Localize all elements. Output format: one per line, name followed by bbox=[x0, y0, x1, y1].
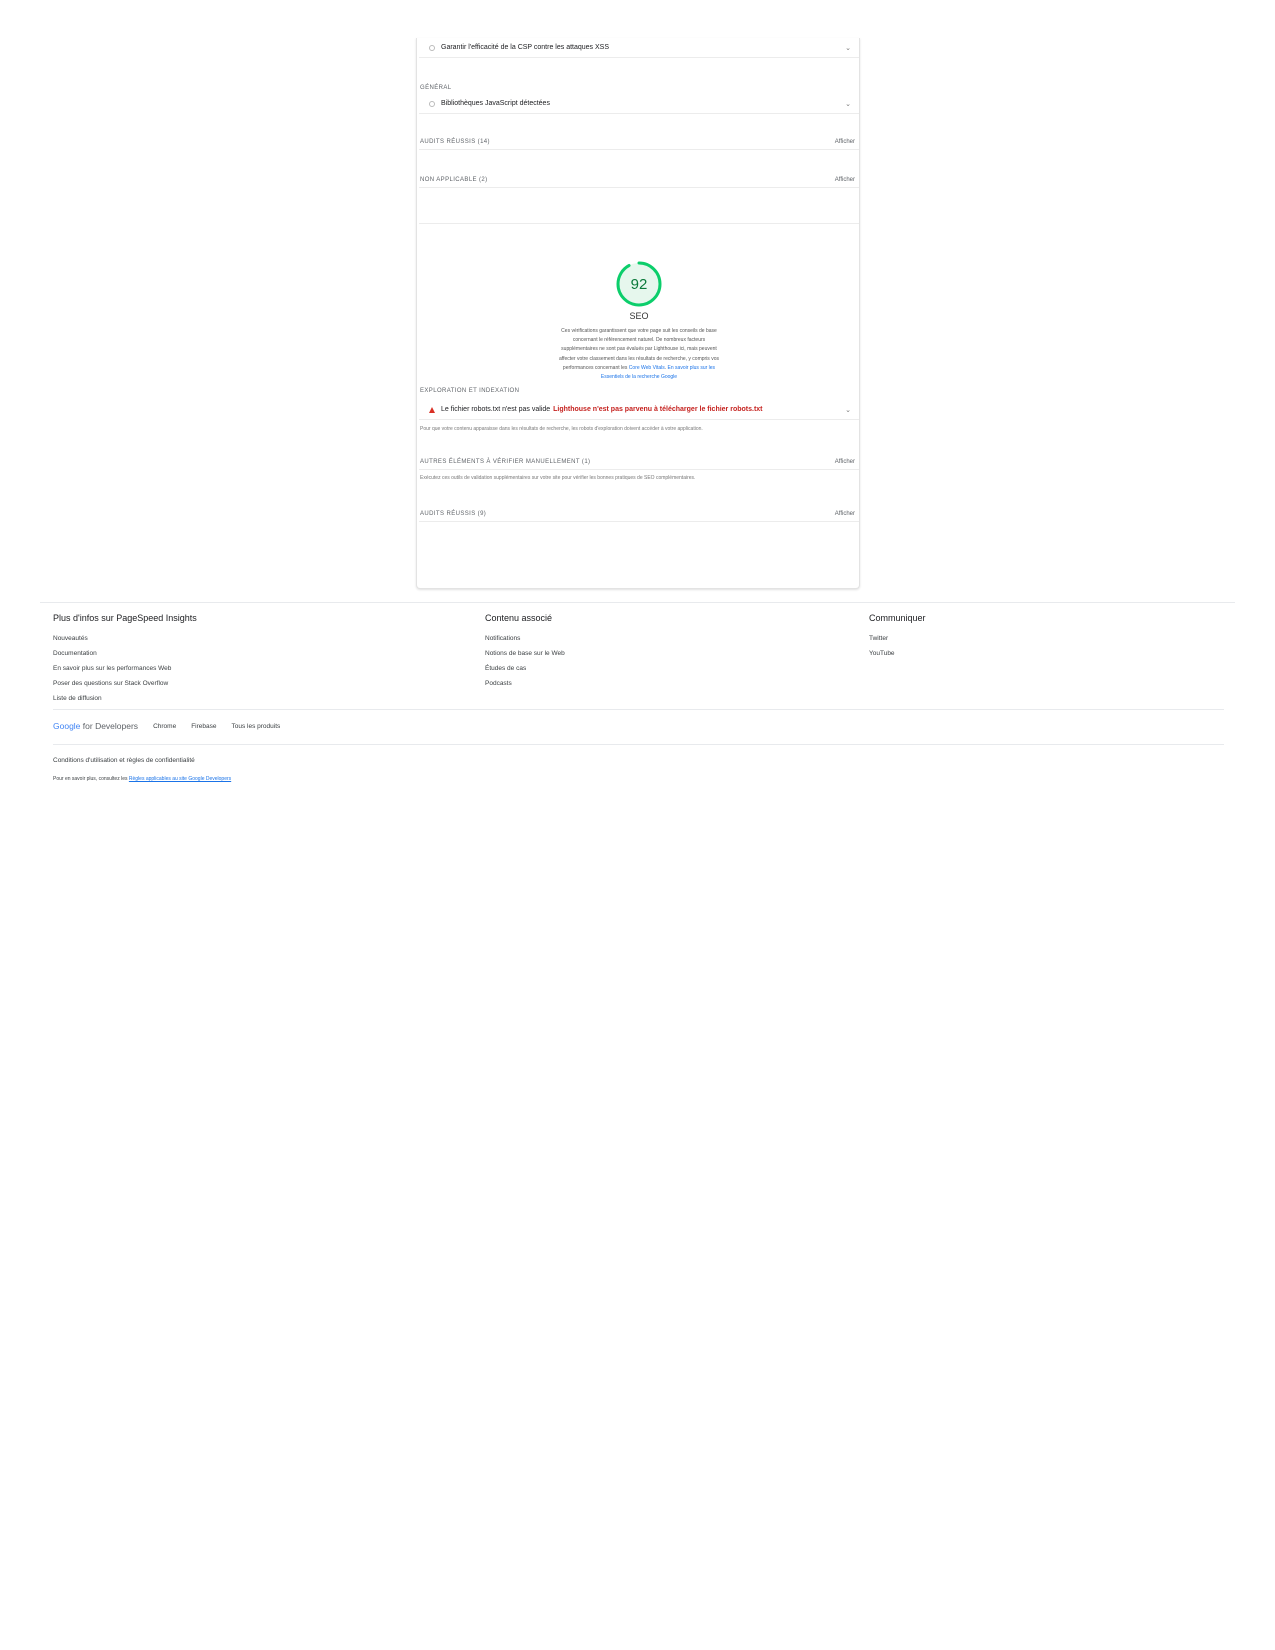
footer-link[interactable]: Liste de diffusion bbox=[53, 691, 197, 706]
core-web-vitals-link[interactable]: Core Web Vitals bbox=[629, 365, 665, 371]
seo-desc-text: performances concernant les bbox=[562, 364, 629, 371]
section-divider bbox=[419, 223, 859, 224]
terms-privacy-link[interactable]: Conditions d'utilisation et règles de co… bbox=[53, 757, 195, 764]
seo-desc-line: Ces vérifications garantissent que votre… bbox=[561, 328, 717, 334]
group-title-general: GÉNÉRAL bbox=[420, 85, 452, 91]
audit-label: Le fichier robots.txt n'est pas valide bbox=[441, 406, 551, 413]
search-essentials-link[interactable]: Essentiels de la recherche Google bbox=[547, 373, 731, 382]
seo-desc-line: affecter votre classement dans les résul… bbox=[559, 355, 719, 362]
audit-label: Garantir l'efficacité de la CSP contre l… bbox=[441, 44, 609, 51]
footer-link[interactable]: Notions de base sur le Web bbox=[485, 646, 565, 661]
show-not-applicable-button[interactable]: Afficher bbox=[835, 177, 855, 183]
footer-column-title: Communiquer bbox=[869, 613, 926, 623]
group-title-not-applicable[interactable]: NON APPLICABLE (2) bbox=[420, 177, 488, 183]
footer-link[interactable]: Nouveautés bbox=[53, 631, 197, 646]
lighthouse-report-card: Garantir l'efficacité de la CSP contre l… bbox=[416, 38, 860, 589]
google-wordmark: Google bbox=[53, 721, 81, 731]
divider bbox=[419, 469, 859, 470]
audit-label: Bibliothèques JavaScript détectées bbox=[441, 100, 550, 107]
footer-link[interactable]: Documentation bbox=[53, 646, 197, 661]
policy-text: Pour en savoir plus, consultez les bbox=[53, 776, 129, 782]
audit-status-icon bbox=[429, 100, 435, 107]
footer-column-pagespeed: Plus d'infos sur PageSpeed Insights Nouv… bbox=[53, 613, 197, 706]
product-link-all[interactable]: Tous les produits bbox=[231, 723, 280, 730]
group-title-crawl-indexing: EXPLORATION ET INDEXATION bbox=[420, 388, 520, 394]
footer-divider bbox=[53, 709, 1224, 710]
product-link-chrome[interactable]: Chrome bbox=[153, 723, 176, 730]
manual-description: Exécutez ces outils de validation supplé… bbox=[420, 475, 696, 481]
audit-status-icon bbox=[429, 44, 435, 51]
footer-link[interactable]: En savoir plus sur les performances Web bbox=[53, 661, 197, 676]
footer-column-title: Contenu associé bbox=[485, 613, 553, 623]
seo-score-value: 92 bbox=[630, 275, 648, 293]
show-passed-button[interactable]: Afficher bbox=[835, 139, 855, 145]
seo-desc-line: performances concernant les Core Web Vit… bbox=[547, 364, 731, 373]
developers-wordmark: for Developers bbox=[80, 721, 139, 731]
seo-description: Ces vérifications garantissent que votre… bbox=[547, 327, 731, 382]
chevron-down-icon[interactable]: ⌄ bbox=[845, 100, 851, 108]
divider bbox=[419, 521, 859, 522]
seo-score-gauge[interactable]: 92 bbox=[615, 260, 663, 308]
chevron-down-icon[interactable]: ⌄ bbox=[845, 44, 851, 52]
footer-divider bbox=[53, 744, 1224, 745]
site-policy-link[interactable]: Règles applicables au site Google Develo… bbox=[129, 776, 231, 782]
seo-category-title: SEO bbox=[629, 311, 649, 321]
footer-column-related: Contenu associé Notifications Notions de… bbox=[485, 613, 565, 691]
seo-desc-line: concernant le référencement naturel. De … bbox=[572, 337, 706, 344]
footer-link[interactable]: Podcasts bbox=[485, 676, 565, 691]
audit-row-js-libraries[interactable]: Bibliothèques JavaScript détectées ⌄ bbox=[419, 94, 859, 114]
footer-link[interactable]: Poser des questions sur Stack Overflow bbox=[53, 676, 197, 691]
chevron-down-icon[interactable]: ⌄ bbox=[845, 406, 851, 414]
group-title-seo-passed[interactable]: AUDITS RÉUSSIS (9) bbox=[420, 511, 486, 517]
footer-divider bbox=[40, 602, 1235, 603]
group-title-manual[interactable]: AUTRES ÉLÉMENTS À VÉRIFIER MANUELLEMENT … bbox=[420, 459, 590, 465]
show-manual-button[interactable]: Afficher bbox=[835, 459, 855, 465]
audit-error-message: Lighthouse n'est pas parvenu à télécharg… bbox=[553, 406, 763, 413]
footer-column-connect: Communiquer Twitter YouTube bbox=[869, 613, 926, 661]
site-policy-note: Pour en savoir plus, consultez les Règle… bbox=[53, 776, 231, 782]
footer-link-twitter[interactable]: Twitter bbox=[869, 631, 926, 646]
group-title-passed[interactable]: AUDITS RÉUSSIS (14) bbox=[420, 139, 490, 145]
google-developers-bar: Google for Developers Chrome Firebase To… bbox=[53, 721, 295, 731]
footer-link-youtube[interactable]: YouTube bbox=[869, 646, 926, 661]
footer-link[interactable]: Études de cas bbox=[485, 661, 565, 676]
crawl-description: Pour que votre contenu apparaisse dans l… bbox=[420, 426, 703, 432]
footer-column-title: Plus d'infos sur PageSpeed Insights bbox=[53, 613, 197, 623]
audit-row-robots-txt[interactable]: Le fichier robots.txt n'est pas valide L… bbox=[419, 400, 859, 420]
seo-desc-line: supplémentaires ne sont pas évalués par … bbox=[561, 346, 717, 353]
warning-triangle-icon bbox=[429, 406, 435, 413]
learn-more-link[interactable]: En savoir plus sur les bbox=[668, 365, 716, 371]
divider bbox=[419, 187, 859, 188]
google-for-developers-logo[interactable]: Google for Developers bbox=[53, 721, 138, 731]
show-seo-passed-button[interactable]: Afficher bbox=[835, 511, 855, 517]
audit-row-csp-xss[interactable]: Garantir l'efficacité de la CSP contre l… bbox=[419, 38, 859, 58]
product-link-firebase[interactable]: Firebase bbox=[191, 723, 216, 730]
footer-link[interactable]: Notifications bbox=[485, 631, 565, 646]
divider bbox=[419, 149, 859, 150]
